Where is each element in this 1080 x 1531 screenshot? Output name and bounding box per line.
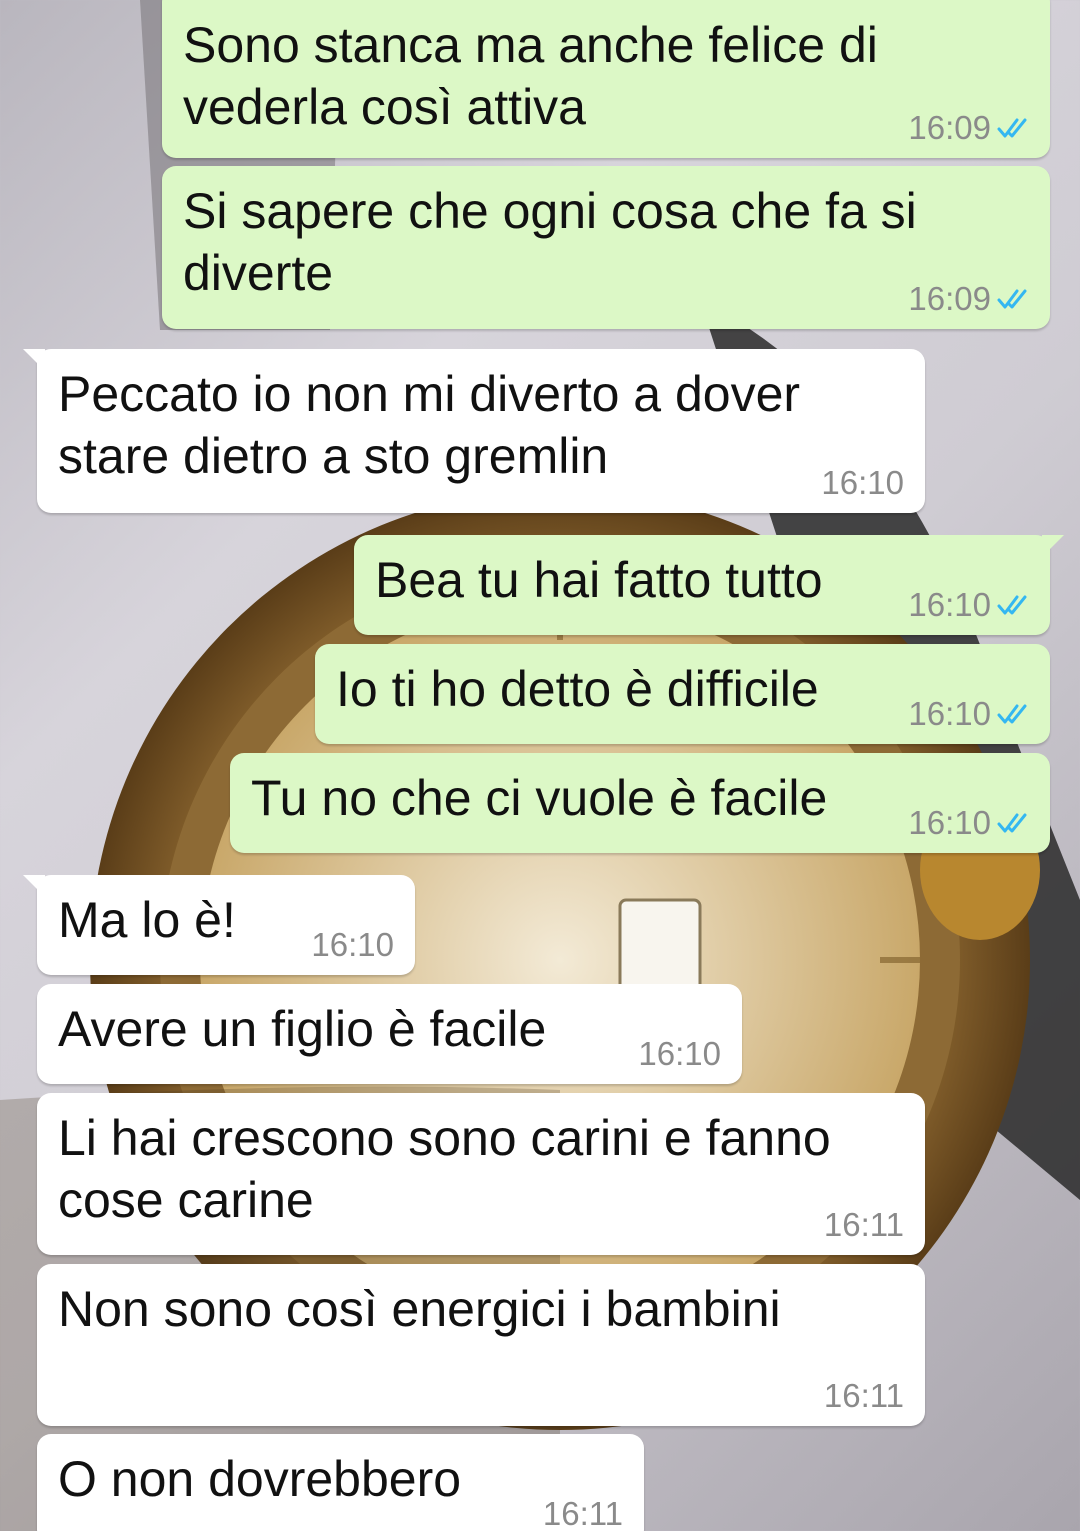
message-text: Ma lo è! [58, 889, 236, 951]
double-check-icon [997, 811, 1029, 835]
message-text-line: Io ti ho detto è difficile [336, 661, 819, 717]
message-text: Io ti ho detto è difficile [336, 658, 819, 720]
incoming-message-bubble[interactable]: Avere un figlio è facile 16:10 [37, 984, 742, 1084]
message-timestamp: 16:10 [908, 586, 991, 623]
outgoing-message-bubble[interactable]: Si sapere che ogni cosa che fa si diverte… [162, 166, 1050, 329]
incoming-message-bubble[interactable]: Non sono così energici i bambini 16:11 [37, 1264, 925, 1426]
message-timestamp: 16:11 [823, 1206, 904, 1243]
message-text-line: Tu no che ci vuole è facile [251, 770, 828, 826]
message-meta: 16:09 [908, 110, 1029, 146]
message-meta: 16:11 [543, 1496, 623, 1531]
message-timestamp: 16:10 [638, 1035, 721, 1072]
message-text: Si sapere che ogni cosa che fa si diverte [183, 180, 917, 304]
message-timestamp: 16:09 [908, 280, 991, 317]
message-timestamp: 16:10 [908, 695, 991, 732]
message-text: Bea tu hai fatto tutto [375, 549, 823, 611]
message-meta: 16:09 [908, 281, 1029, 317]
message-text-line: cose carine [58, 1172, 314, 1228]
message-meta: 16:10 [908, 587, 1029, 623]
message-text-line: Li hai crescono sono carini e fanno [58, 1110, 831, 1166]
message-text-line: Sono stanca ma anche felice di [183, 17, 878, 73]
message-meta: 16:10 [821, 465, 904, 501]
incoming-message-bubble[interactable]: Peccato io non mi diverto a dover stare d… [23, 349, 925, 513]
message-text-line: Non sono così energici i bambini [58, 1281, 781, 1337]
incoming-message-bubble[interactable]: Ma lo è! 16:10 [23, 875, 415, 975]
outgoing-message-bubble[interactable]: Io ti ho detto è difficile 16:10 [315, 644, 1050, 744]
bubble-tail [23, 349, 45, 371]
double-check-icon [997, 287, 1029, 311]
message-timestamp: 16:10 [908, 804, 991, 841]
message-meta: 16:10 [311, 927, 394, 963]
message-text-line: Peccato io non mi diverto a dover [58, 366, 801, 422]
outgoing-message-bubble[interactable]: Sono stanca ma anche felice di vederla co… [162, 0, 1050, 158]
bubble-tail [23, 875, 45, 897]
message-meta: 16:11 [824, 1378, 904, 1414]
double-check-icon [997, 116, 1029, 140]
message-timestamp: 16:09 [908, 109, 991, 146]
message-text-line: O non dovrebbero [58, 1451, 462, 1507]
message-text: Sono stanca ma anche felice di vederla co… [183, 14, 878, 138]
message-text-line: stare dietro a sto gremlin [58, 428, 609, 484]
message-text: Avere un figlio è facile [58, 998, 546, 1060]
message-text-line: vederla così attiva [183, 79, 586, 135]
message-text-line: Bea tu hai fatto tutto [375, 552, 823, 608]
message-text: Non sono così energici i bambini [58, 1278, 781, 1340]
double-check-icon [997, 702, 1029, 726]
outgoing-message-bubble[interactable]: Tu no che ci vuole è facile 16:10 [230, 753, 1050, 853]
message-text: O non dovrebbero [58, 1448, 461, 1510]
message-timestamp: 16:10 [821, 464, 904, 501]
incoming-message-bubble[interactable]: O non dovrebbero 16:11 [37, 1434, 644, 1531]
outgoing-message-bubble[interactable]: Bea tu hai fatto tutto 16:10 [354, 535, 1064, 635]
message-text-line: Ma lo è! [58, 892, 236, 948]
message-text-line: diverte [183, 245, 334, 301]
bubble-tail [1042, 535, 1064, 557]
message-meta: 16:10 [908, 696, 1029, 732]
message-timestamp: 16:11 [823, 1377, 904, 1414]
message-timestamp: 16:11 [542, 1495, 623, 1531]
message-timestamp: 16:10 [311, 926, 394, 963]
message-meta: 16:11 [824, 1207, 904, 1243]
message-text-line: Si sapere che ogni cosa che fa si [183, 183, 917, 239]
message-text: Peccato io non mi diverto a dover stare d… [58, 363, 800, 487]
message-meta: 16:10 [638, 1036, 721, 1072]
incoming-message-bubble[interactable]: Li hai crescono sono carini e fanno cose … [37, 1093, 925, 1255]
message-meta: 16:10 [908, 805, 1029, 841]
double-check-icon [997, 593, 1029, 617]
message-text: Li hai crescono sono carini e fanno cose … [58, 1107, 831, 1231]
message-text-line: Avere un figlio è facile [58, 1001, 547, 1057]
message-text: Tu no che ci vuole è facile [251, 767, 827, 829]
